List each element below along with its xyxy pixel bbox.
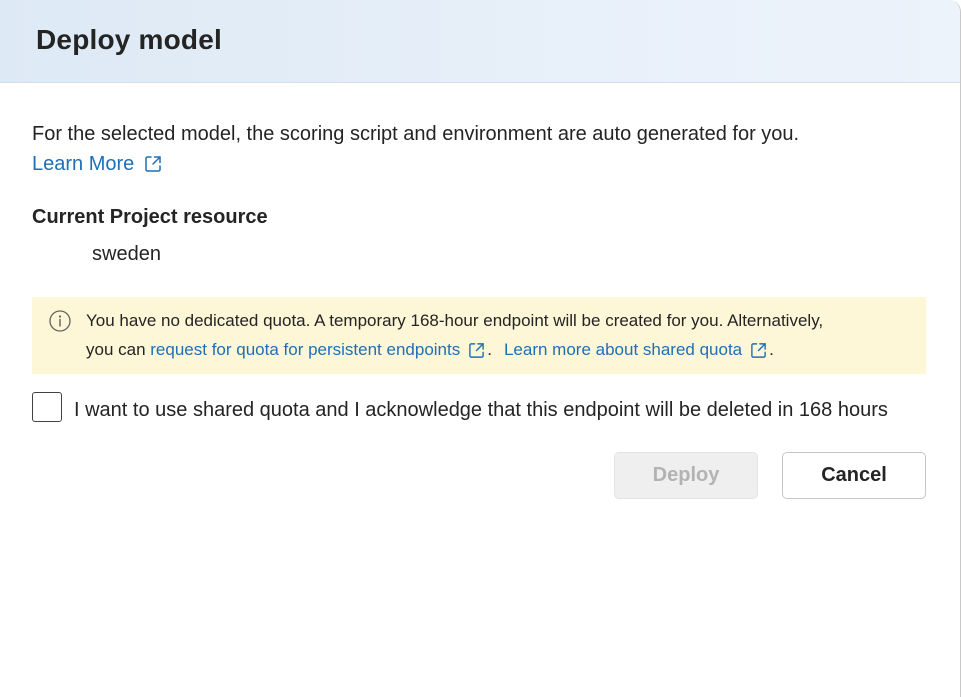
deploy-button[interactable]: Deploy xyxy=(614,452,758,499)
shared-quota-link[interactable]: Learn more about shared quota xyxy=(504,338,767,362)
learn-more-label: Learn More xyxy=(32,153,135,175)
dialog-description: For the selected model, the scoring scri… xyxy=(32,123,800,145)
acknowledge-checkbox[interactable] xyxy=(32,392,62,422)
learn-more-link[interactable]: Learn More xyxy=(32,151,162,177)
shared-quota-link-label: Learn more about shared quota xyxy=(503,340,743,359)
warning-text-line1: You have no dedicated quota. A temporary… xyxy=(86,311,824,330)
current-project-resource-value: sweden xyxy=(92,243,161,265)
external-link-icon xyxy=(750,342,767,359)
warning-prefix: you can xyxy=(86,340,151,359)
warning-suffix: . xyxy=(769,340,774,359)
request-quota-link-label: request for quota for persistent endpoin… xyxy=(150,340,461,359)
warning-separator: . xyxy=(487,340,492,359)
external-link-icon xyxy=(468,342,485,359)
acknowledge-checkbox-label: I want to use shared quota and I acknowl… xyxy=(74,399,888,421)
request-quota-link[interactable]: request for quota for persistent endpoin… xyxy=(150,338,485,362)
cancel-button[interactable]: Cancel xyxy=(782,452,926,499)
external-link-icon xyxy=(144,155,162,173)
current-project-resource-label: Current Project resource xyxy=(32,206,268,228)
deploy-model-dialog: Deploy model For the selected model, the… xyxy=(0,0,961,697)
quota-warning-banner: You have no dedicated quota. A temporary… xyxy=(32,297,926,374)
dialog-header: Deploy model xyxy=(0,0,960,83)
warning-text-line2: you can request for quota for persistent… xyxy=(86,338,774,362)
info-icon xyxy=(49,310,71,332)
dialog-title: Deploy model xyxy=(36,24,222,55)
